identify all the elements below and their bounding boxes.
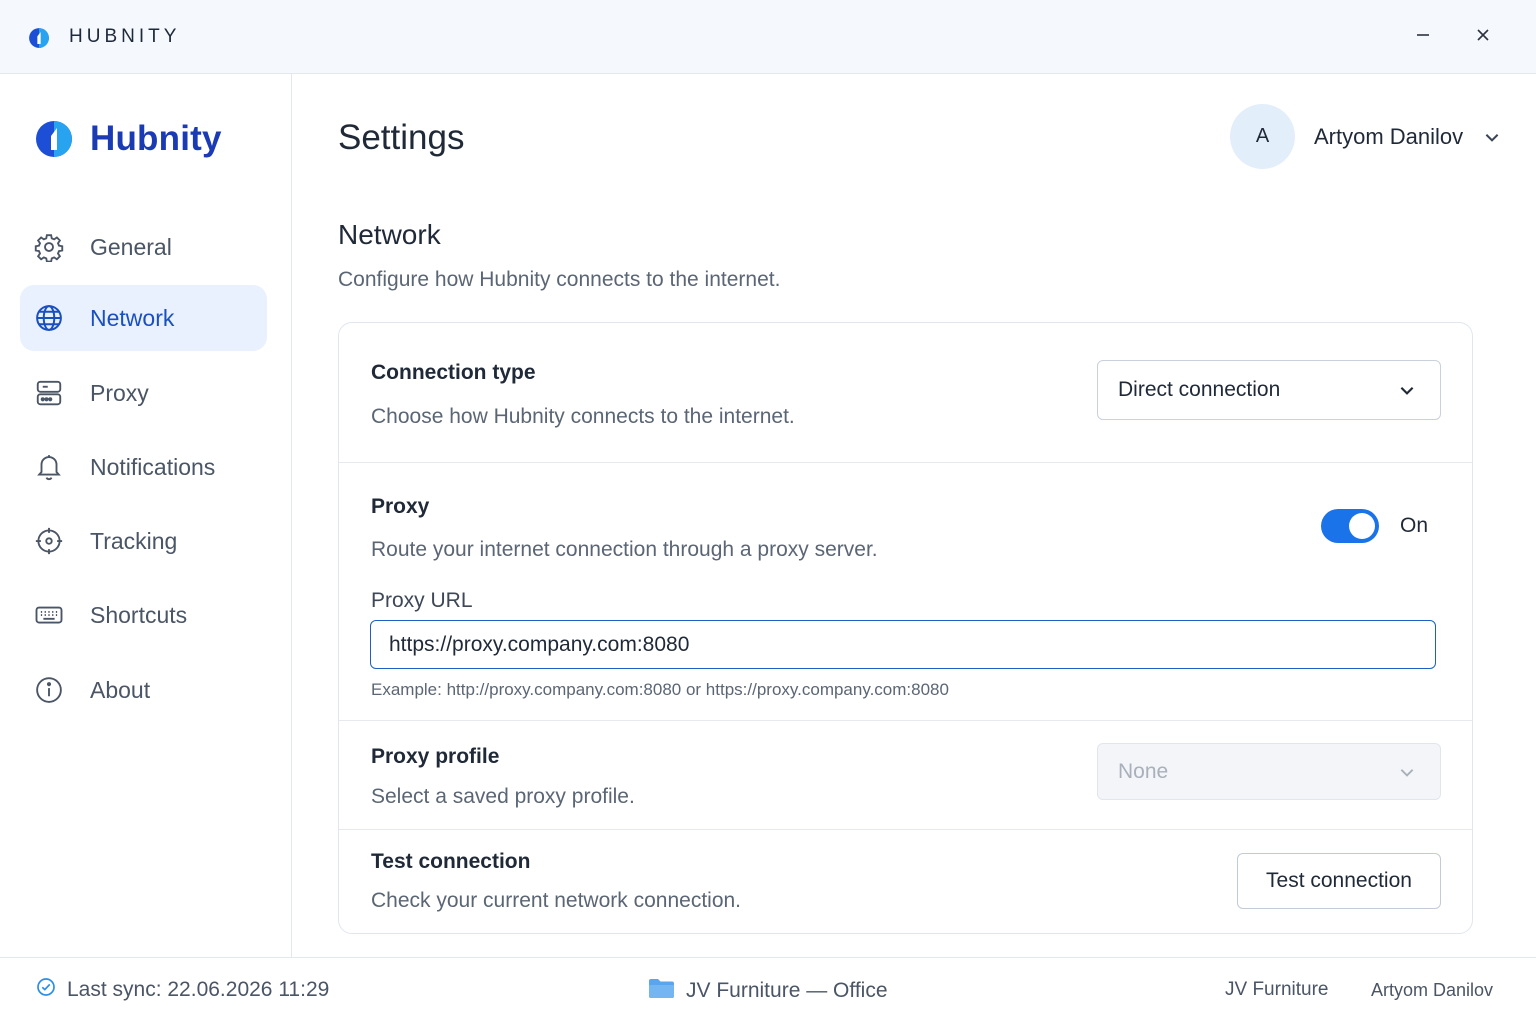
proxy-profile-select[interactable]: None [1097,743,1441,800]
sidebar-item-label: Network [90,304,175,331]
avatar: A [1230,104,1295,169]
proxy-url-helper: Example: http://proxy.company.com:8080 o… [371,680,949,699]
divider [339,462,1472,463]
workspace-name: JV Furniture — Office [686,978,888,1002]
test-connection-description: Check your current network connection. [371,889,742,912]
sidebar-item-about[interactable]: About [20,657,267,723]
proxy-profile-description: Select a saved proxy profile. [371,785,635,808]
connection-type-select[interactable]: Direct connection [1097,360,1441,420]
server-icon [33,377,65,409]
sync-status: Last sync: 22.06.2026 11:29 [36,977,329,1002]
connection-type-description: Choose how Hubnity connects to the inter… [371,405,795,428]
window-titlebar: HUBNITY [0,0,1536,74]
close-window-button[interactable] [1468,22,1498,52]
user-name: Artyom Danilov [1314,123,1464,149]
sidebar-item-proxy[interactable]: Proxy [20,360,267,426]
network-settings-card: Connection type Choose how Hubnity conne… [338,322,1473,934]
main-content: Settings A Artyom Danilov Network Config… [292,74,1536,957]
status-bar: Last sync: 22.06.2026 11:29 JV Furniture… [0,957,1536,1024]
bell-icon [33,451,65,483]
sidebar-item-label: Notifications [90,453,216,480]
proxy-title: Proxy [371,495,430,518]
sidebar-item-label: General [90,233,172,260]
section-title: Network [338,219,441,250]
brand: Hubnity [34,119,222,159]
minimize-button[interactable] [1408,22,1438,52]
divider [339,720,1472,721]
proxy-profile-value: None [1118,759,1169,783]
info-icon [33,674,65,706]
sidebar-item-tracking[interactable]: Tracking [20,508,267,574]
keyboard-icon [33,599,65,631]
brand-name: Hubnity [90,119,222,158]
connection-type-value: Direct connection [1118,378,1281,401]
workspace-indicator[interactable]: JV Furniture — Office [648,977,888,1004]
proxy-profile-title: Proxy profile [371,745,500,768]
test-connection-title: Test connection [371,850,531,873]
user-menu[interactable]: A Artyom Danilov [1230,104,1503,169]
sidebar-item-general[interactable]: General [20,214,267,280]
globe-icon [33,302,65,334]
sidebar-item-label: Proxy [90,379,149,406]
minimize-icon [1415,27,1431,48]
sidebar-item-network[interactable]: Network [20,285,267,351]
proxy-toggle[interactable] [1321,509,1379,543]
sidebar-item-notifications[interactable]: Notifications [20,434,267,500]
check-circle-icon [36,977,56,1002]
sidebar: Hubnity General Network Proxy Notificati… [0,74,292,957]
chevron-down-icon [1483,127,1503,147]
organization-name: JV Furniture [1225,979,1329,1000]
crosshair-icon [33,525,65,557]
sidebar-item-label: About [90,676,151,703]
proxy-description: Route your internet connection through a… [371,538,878,561]
test-connection-button[interactable]: Test connection [1237,853,1441,909]
folder-icon [648,977,675,1004]
proxy-toggle-label: On [1400,514,1429,537]
close-icon [1475,27,1491,48]
section-description: Configure how Hubnity connects to the in… [338,268,781,291]
gear-icon [33,231,65,263]
sidebar-item-label: Tracking [90,527,178,554]
last-sync-text: Last sync: 22.06.2026 11:29 [67,977,330,1001]
toggle-knob [1349,513,1375,539]
statusbar-user-name: Artyom Danilov [1371,980,1494,1000]
chevron-down-icon [1398,762,1418,782]
chevron-down-icon [1398,380,1418,400]
proxy-url-input[interactable] [370,620,1436,669]
hubnity-logo-icon [34,119,74,159]
hubnity-logo-icon [28,27,50,49]
sidebar-item-shortcuts[interactable]: Shortcuts [20,582,267,648]
sidebar-item-label: Shortcuts [90,601,188,628]
proxy-url-label: Proxy URL [371,589,473,612]
connection-type-title: Connection type [371,361,536,384]
page-title: Settings [338,118,465,157]
divider [339,829,1472,830]
window-app-name: HUBNITY [69,26,181,47]
